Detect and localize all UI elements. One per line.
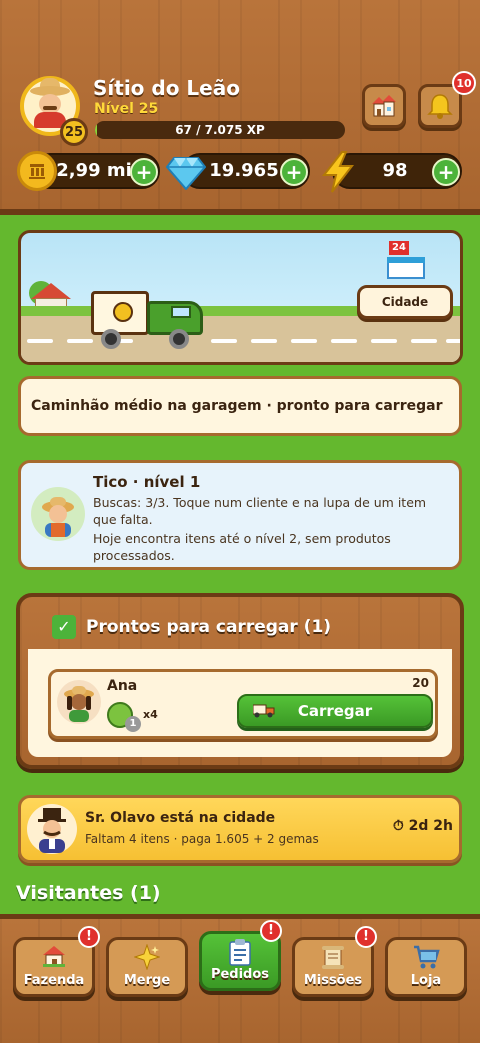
truck-status-card: Caminhão médio na garagem · pronto para …: [18, 376, 462, 436]
helper-search-info: Buscas: 3/3. Toque num cliente e na lupa…: [93, 495, 427, 527]
nav-pedidos-alert: !: [260, 920, 282, 942]
visitor-card[interactable]: Sr. Olavo está na cidade Faltam 4 itens …: [18, 795, 462, 863]
helper-limit-info: Hoje encontra itens até o nível 2, sem p…: [93, 531, 391, 563]
buildings-icon: [372, 95, 396, 117]
notification-count-badge: 10: [452, 71, 476, 95]
load-button-label: Carregar: [297, 702, 373, 720]
coin-icon: [17, 151, 57, 191]
helper-title: Tico · nível 1: [93, 473, 201, 491]
order-card[interactable]: Ana 20 1 x4 Carregar: [48, 669, 438, 739]
stopwatch-icon: ⏱: [392, 818, 404, 834]
helper-card[interactable]: Tico · nível 1 Buscas: 3/3. Toque num cl…: [18, 460, 462, 570]
top-bar: 25 Sítio do Leão Nível 25 67 / 7.075 XP …: [0, 0, 480, 215]
visitor-avatar: [27, 804, 77, 854]
buildings-button[interactable]: [362, 84, 406, 128]
nav-fazenda[interactable]: Fazenda !: [13, 926, 100, 997]
nav-pedidos[interactable]: Pedidos !: [199, 920, 282, 991]
gems-value: 19.965: [209, 160, 279, 181]
ready-to-load-panel: ✓ Prontos para carregar (1) Ana 20 1 x4: [16, 593, 464, 769]
shop-sign: 24: [389, 241, 409, 255]
visitors-section-title: Visitantes (1): [16, 882, 161, 904]
ready-panel-body: Ana 20 1 x4 Carregar: [28, 649, 452, 757]
ready-panel-title: Prontos para carregar (1): [86, 617, 332, 637]
ready-panel-header: ✓ Prontos para carregar (1): [28, 605, 452, 649]
coins-value: 2,99 mi: [56, 160, 132, 181]
truck-icon: [253, 704, 275, 718]
level-badge: 25: [60, 118, 88, 146]
visitor-title: Sr. Olavo está na cidade: [85, 810, 276, 826]
nav-missoes-label: Missões: [303, 973, 363, 988]
nav-missoes-alert: !: [355, 926, 377, 948]
visitor-timer-value: 2d 2h: [408, 818, 453, 834]
order-quantity: 20: [412, 676, 429, 690]
nav-fazenda-alert: !: [78, 926, 100, 948]
item-multiplier: x4: [143, 708, 158, 721]
visitor-timer: ⏱ 2d 2h: [393, 818, 453, 834]
truck-status-text: Caminhão médio na garagem · pronto para …: [31, 398, 443, 414]
lightning-icon: [318, 150, 358, 194]
nav-loja-label: Loja: [410, 973, 442, 988]
add-gems-button[interactable]: +: [280, 158, 308, 186]
customer-avatar: [57, 680, 101, 724]
nav-pedidos-label: Pedidos: [210, 967, 270, 982]
xp-text: 67 / 7.075 XP: [175, 123, 265, 137]
visitor-subtitle: Faltam 4 itens · paga 1.605 + 2 gemas: [85, 832, 319, 846]
load-button[interactable]: Carregar: [237, 694, 433, 728]
add-energy-button[interactable]: +: [432, 158, 460, 186]
helper-avatar: [31, 487, 85, 541]
nav-merge-label: Merge: [123, 973, 171, 988]
item-level-badge: 1: [125, 716, 141, 732]
bell-icon: [427, 94, 453, 119]
gem-icon: [166, 152, 206, 192]
nav-missoes[interactable]: Missões !: [292, 926, 377, 997]
energy-value: 98: [382, 160, 408, 181]
add-coins-button[interactable]: +: [130, 158, 158, 186]
xp-bar: 67 / 7.075 XP: [95, 121, 345, 139]
city-shop-icon: 24: [387, 241, 427, 279]
delivery-road-scene: 24 Cidade: [18, 230, 463, 365]
farm-level: Nível 25: [94, 101, 159, 117]
check-icon: ✓: [52, 615, 76, 639]
bottom-navigation: Fazenda ! Merge Pedidos ! Missões ! Loja: [0, 914, 480, 1043]
delivery-truck-icon[interactable]: [91, 291, 206, 353]
nav-fazenda-label: Fazenda: [23, 973, 85, 988]
city-button[interactable]: Cidade: [357, 285, 453, 319]
house-icon: [16, 944, 92, 976]
nav-loja[interactable]: Loja: [385, 937, 467, 997]
farm-name: Sítio do Leão: [93, 76, 240, 100]
nav-merge[interactable]: Merge: [106, 937, 188, 997]
customer-name: Ana: [107, 678, 138, 694]
